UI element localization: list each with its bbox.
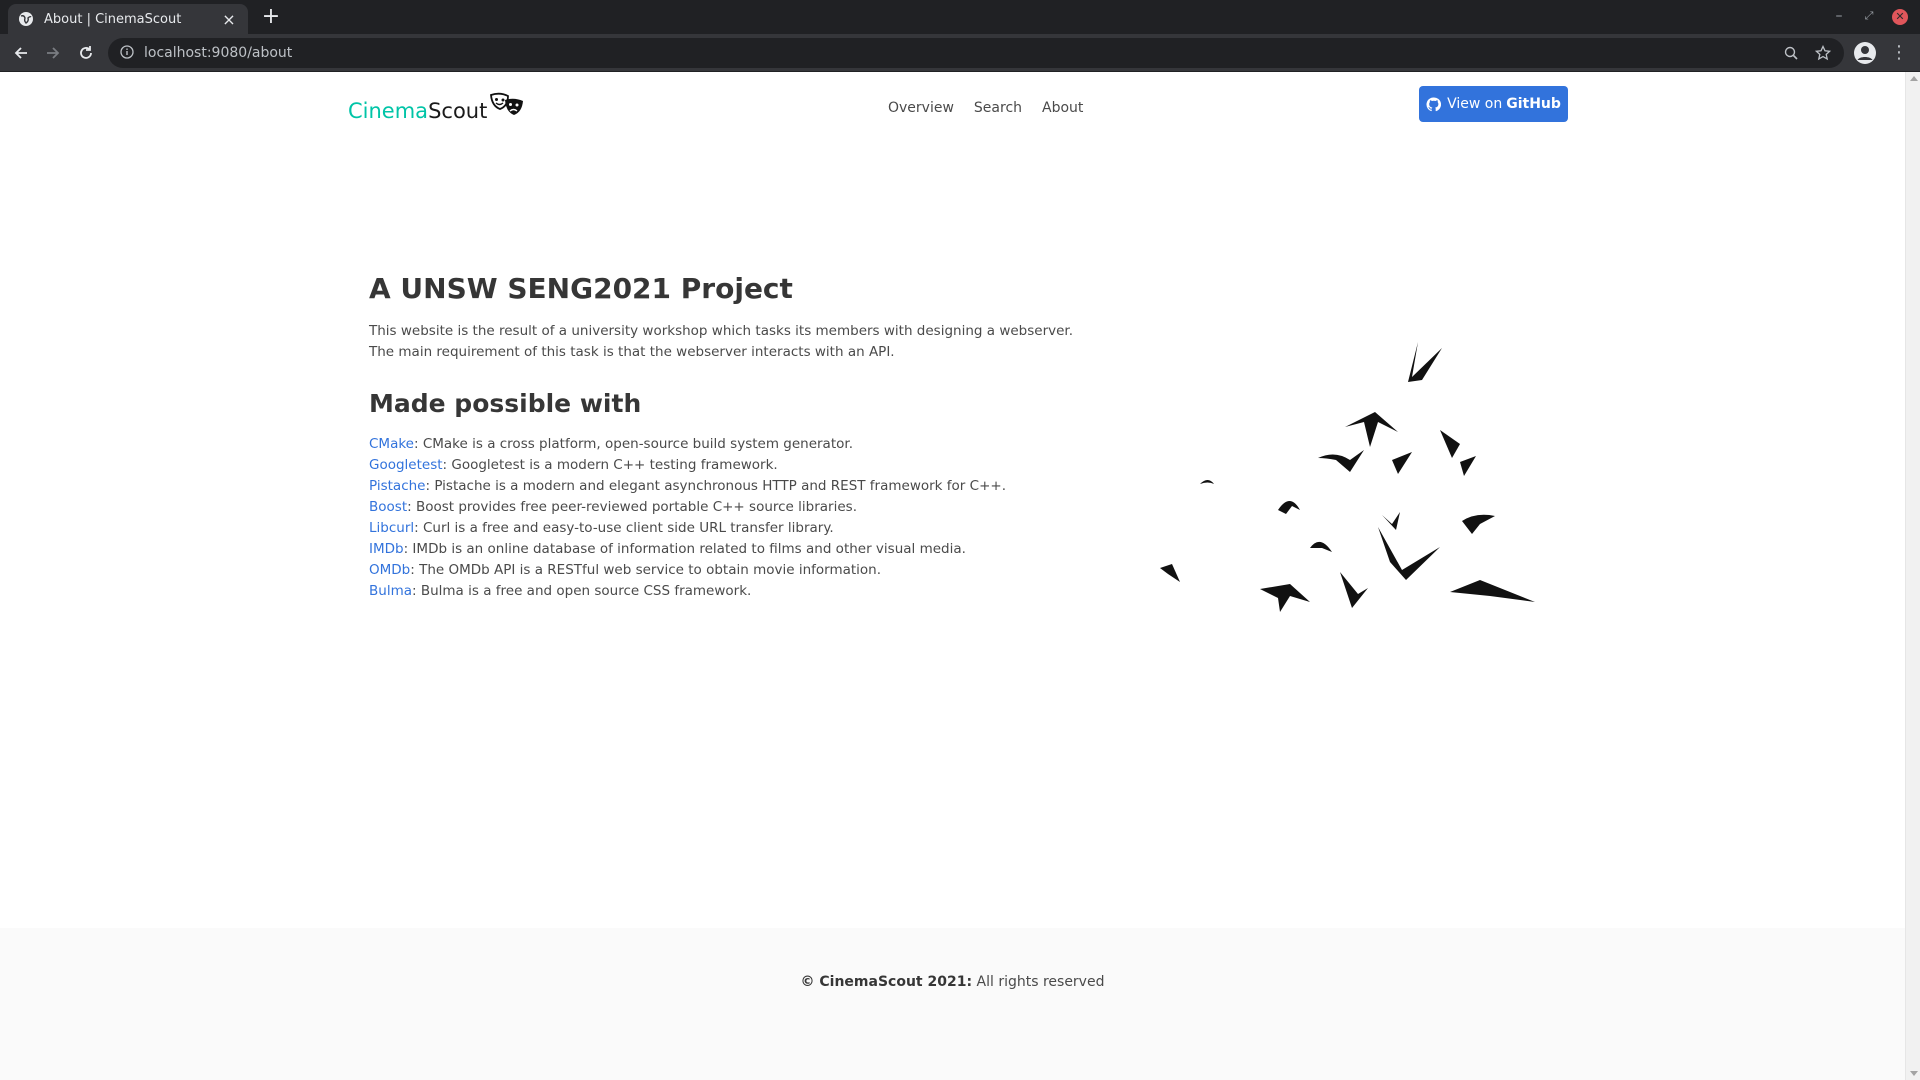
info-icon[interactable] <box>120 44 134 63</box>
nav-overview[interactable]: Overview <box>878 100 964 116</box>
credit-item: Pistache: Pistache is a modern and elega… <box>369 476 1099 497</box>
credit-item: Libcurl: Curl is a free and easy-to-use … <box>369 518 1099 539</box>
browser-menu-icon[interactable]: ⋮ <box>1888 42 1910 64</box>
reload-icon <box>80 46 92 59</box>
credits-list: CMake: CMake is a cross platform, open-s… <box>369 434 1099 602</box>
theatre-masks-icon <box>489 92 525 123</box>
close-window-button[interactable]: ✕ <box>1892 9 1908 25</box>
new-tab-button[interactable]: + <box>258 5 284 31</box>
credit-text: : Boost provides free peer-reviewed port… <box>407 499 857 515</box>
view-on-github-button[interactable]: View on GitHub <box>1419 86 1568 122</box>
credit-item: Bulma: Bulma is a free and open source C… <box>369 581 1099 602</box>
flying-birds-illustration <box>1160 342 1535 612</box>
credit-text: : IMDb is an online database of informat… <box>403 541 966 557</box>
browser-tab-active[interactable]: About | CinemaScout × <box>8 4 248 34</box>
credit-item: OMDb: The OMDb API is a RESTful web serv… <box>369 560 1099 581</box>
back-button[interactable] <box>9 42 33 64</box>
credit-item: CMake: CMake is a cross platform, open-s… <box>369 434 1099 455</box>
zoom-icon[interactable] <box>1780 42 1802 64</box>
footer-copyright-rest: All rights reserved <box>972 974 1105 990</box>
tab-title: About | CinemaScout <box>44 11 182 27</box>
address-bar[interactable]: localhost:9080/about <box>108 38 1844 68</box>
forward-button[interactable] <box>41 42 65 64</box>
footer-copyright-bold: © CinemaScout 2021: <box>800 974 973 990</box>
arrow-right-icon <box>47 47 60 59</box>
brand-logo[interactable]: Cinema Scout <box>348 92 525 123</box>
arrow-left-icon <box>14 47 27 59</box>
credit-text: : Bulma is a free and open source CSS fr… <box>412 583 752 599</box>
minimize-button[interactable]: – <box>1828 6 1850 26</box>
browser-toolbar: localhost:9080/about ⋮ <box>0 34 1920 72</box>
brand-cinema: Cinema <box>348 98 429 123</box>
footer-copyright: © CinemaScout 2021: All rights reserved <box>0 974 1905 990</box>
page-title: A UNSW SENG2021 Project <box>369 272 793 305</box>
credit-link-imdb[interactable]: IMDb <box>369 541 404 557</box>
nav-links: Overview Search About <box>878 100 1093 116</box>
credit-link-libcurl[interactable]: Libcurl <box>369 520 414 536</box>
project-description: This website is the result of a universi… <box>369 323 1074 360</box>
made-possible-heading: Made possible with <box>369 389 642 418</box>
credit-item: IMDb: IMDb is an online database of info… <box>369 539 1099 560</box>
nav-search[interactable]: Search <box>964 100 1032 116</box>
reload-button[interactable] <box>74 42 98 64</box>
nav-about[interactable]: About <box>1032 100 1093 116</box>
credit-link-bulma[interactable]: Bulma <box>369 583 412 599</box>
bookmark-star-icon[interactable] <box>1812 42 1834 64</box>
github-button-prefix: View on <box>1447 96 1503 112</box>
profile-avatar-icon[interactable] <box>1853 41 1877 65</box>
credit-link-boost[interactable]: Boost <box>369 499 407 515</box>
site-footer: © CinemaScout 2021: All rights reserved <box>0 928 1905 1080</box>
credit-text: : Pistache is a modern and elegant async… <box>425 478 1006 494</box>
page-scrollbar[interactable] <box>1905 72 1920 1080</box>
github-button-bold: GitHub <box>1506 96 1561 112</box>
credit-text: : Googletest is a modern C++ testing fra… <box>442 457 778 473</box>
globe-icon <box>18 11 34 27</box>
restore-button[interactable]: ⤢ <box>1858 6 1880 26</box>
brand-scout: Scout <box>428 98 488 123</box>
tab-close-icon[interactable]: × <box>220 10 238 29</box>
scroll-up-icon[interactable] <box>1910 76 1918 81</box>
url-text: localhost:9080/about <box>144 45 293 61</box>
about-content: A UNSW SENG2021 Project This website is … <box>369 272 1099 602</box>
credit-item: Boost: Boost provides free peer-reviewed… <box>369 497 1099 518</box>
credit-item: Googletest: Googletest is a modern C++ t… <box>369 455 1099 476</box>
credit-link-pistache[interactable]: Pistache <box>369 478 425 494</box>
credit-link-cmake[interactable]: CMake <box>369 436 414 452</box>
scroll-down-icon[interactable] <box>1910 1071 1918 1076</box>
credit-link-googletest[interactable]: Googletest <box>369 457 443 473</box>
credit-text: : CMake is a cross platform, open-source… <box>414 436 853 452</box>
github-icon <box>1426 96 1442 112</box>
credit-text: : Curl is a free and easy-to-use client … <box>414 520 834 536</box>
credit-link-omdb[interactable]: OMDb <box>369 562 410 578</box>
browser-tabbar: About | CinemaScout × + – ⤢ ✕ <box>0 0 1920 34</box>
site-navbar: Cinema Scout Overview Search About View … <box>348 86 1568 132</box>
credit-text: : The OMDb API is a RESTful web service … <box>410 562 882 578</box>
page-viewport: Cinema Scout Overview Search About View … <box>0 72 1905 1080</box>
